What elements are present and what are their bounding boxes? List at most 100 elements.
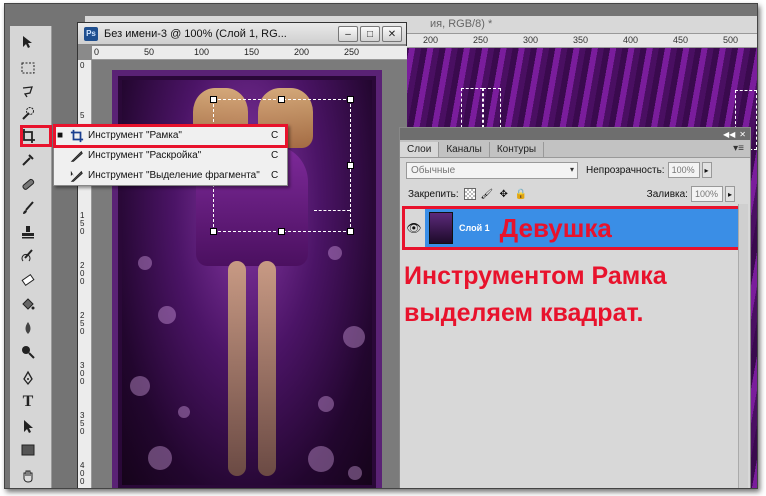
crop-handle[interactable] [210,96,217,103]
tools-panel: T [10,26,52,488]
ruler-tick-label: 3 5 0 [80,411,85,436]
move-tool-icon[interactable] [15,32,41,52]
ruler-tick-label: 50 [144,47,155,57]
ruler-tick-label: 2 5 0 [80,311,85,336]
lock-fill-row: Закрепить: 🖌 ✥ 🔒 Заливка: 100% ▸ [406,186,746,202]
crop-item-highlight [53,124,288,148]
ruler-tick-label: 250 [473,35,489,45]
crop-guide [314,210,350,211]
flyout-item-slice[interactable]: Инструмент "Раскройка" C [54,146,287,165]
fill-input[interactable]: 100% [690,186,723,202]
flyout-item-label: Инструмент "Раскройка" [88,150,202,161]
ruler-tick-label: 2 0 0 [80,261,85,286]
blend-mode-select[interactable]: Обычные ▾ [406,161,578,179]
photoshop-logo-icon: Ps [84,26,98,41]
ruler-tick-label: 200 [294,47,310,57]
ruler-tick-label: 0 [94,47,100,57]
horizontal-ruler[interactable]: 0 50 100 150 200 250 [92,46,407,60]
panel-close-icon[interactable]: ✕ [739,130,746,139]
crop-handle[interactable] [278,96,285,103]
flyout-item-shortcut: C [271,150,279,161]
slice-icon [66,149,88,163]
path-select-tool-icon[interactable] [15,416,41,436]
ruler-tick-label: 3 0 0 [80,361,85,386]
eraser-tool-icon[interactable] [15,270,41,290]
visibility-eye-icon[interactable]: 👁 [405,221,423,235]
stamp-tool-icon[interactable] [15,222,41,242]
opacity-slider-arrow[interactable]: ▸ [701,162,712,178]
layers-panel: ◀◀ ✕ Слои Каналы Контуры ▾≡ Обычные ▾ Не… [399,127,751,488]
dodge-tool-icon[interactable] [15,342,41,362]
tab-paths[interactable]: Контуры [490,142,545,157]
type-tool-icon[interactable]: T [15,392,41,412]
crop-tool-highlight [20,125,52,147]
layer-row[interactable]: 👁 Слой 1 Девушка [402,206,746,250]
flyout-item-label: Инструмент "Выделение фрагмента" [88,170,260,181]
rectangle-tool-icon[interactable] [15,440,41,460]
opacity-input[interactable]: 100% [667,162,700,178]
minimize-button[interactable]: – [338,26,358,42]
panel-menu-icon[interactable]: ▾≡ [733,143,744,154]
layer-name[interactable]: Слой 1 [459,223,490,233]
blend-opacity-row: Обычные ▾ Непрозрачность: 100% ▸ [406,161,746,179]
crop-handle[interactable] [347,228,354,235]
instruction-text: Инструментом Рамка выделяем квадрат. [404,262,667,327]
eyedropper-tool-icon[interactable] [15,150,41,170]
close-button[interactable]: ✕ [382,26,402,42]
maximize-button[interactable]: □ [360,26,380,42]
crop-handle[interactable] [278,228,285,235]
ruler-tick-label: 400 [623,35,639,45]
document-title-bar[interactable]: Ps Без имени-3 @ 100% (Слой 1, RG... – □… [78,23,406,45]
lock-all-icon[interactable]: 🔒 [514,188,526,200]
ruler-tick-label: 0 [80,61,85,70]
girl-leg-left [228,261,246,476]
ruler-tick-label: 150 [244,47,260,57]
window-buttons: – □ ✕ [338,26,402,42]
collapse-icon[interactable]: ◀◀ [723,130,735,139]
pen-tool-icon[interactable] [15,368,41,388]
lasso-tool-icon[interactable] [15,82,41,102]
ruler-tick-label: 500 [723,35,739,45]
opacity-label: Непрозрачность: [586,164,665,176]
healing-brush-tool-icon[interactable] [15,174,41,194]
crop-handle[interactable] [347,96,354,103]
flyout-item-slice-select[interactable]: Инструмент "Выделение фрагмента" C [54,166,287,185]
layer-annotation: Девушка [499,212,612,243]
ruler-tick-label: 200 [423,35,439,45]
lock-label: Закрепить: [408,188,459,200]
document-title: Без имени-3 @ 100% (Слой 1, RG... [104,27,287,40]
ruler-tick-label: 300 [523,35,539,45]
history-brush-tool-icon[interactable] [15,246,41,266]
marquee-tool-icon[interactable] [15,58,41,78]
ruler-tick-label: 450 [673,35,689,45]
brush-tool-icon[interactable] [15,198,41,218]
crop-handle[interactable] [210,228,217,235]
slice-select-icon [66,169,88,183]
crop-handle[interactable] [347,162,354,169]
layers-scrollbar[interactable] [738,204,748,488]
ruler-tick-label: 100 [194,47,210,57]
ruler-tick-label: 250 [344,47,360,57]
blur-tool-icon[interactable] [15,318,41,338]
girl-leg-right [258,261,276,476]
chevron-down-icon: ▾ [569,164,574,174]
panel-tabs: Слои Каналы Контуры ▾≡ [400,140,750,158]
hand-tool-icon[interactable] [15,466,41,486]
tab-layers[interactable]: Слои [400,142,440,157]
quick-select-tool-icon[interactable] [15,104,41,124]
lock-transparency-icon[interactable] [463,188,476,200]
flyout-item-shortcut: C [271,170,279,181]
layer-thumbnail[interactable] [429,212,453,244]
background-selection [483,88,501,128]
fill-slider-arrow[interactable]: ▸ [724,186,735,202]
lock-pixels-icon[interactable]: 🖌 [480,188,493,200]
blend-mode-value: Обычные [411,164,456,176]
ruler-tick-label: 5 [80,111,85,120]
lock-position-icon[interactable]: ✥ [498,188,510,200]
paint-bucket-tool-icon[interactable] [15,294,41,314]
document-window: Ps Без имени-3 @ 100% (Слой 1, RG... – □… [77,22,407,488]
panel-header: ◀◀ ✕ [400,128,750,140]
ruler-tick-label: 350 [573,35,589,45]
tab-channels[interactable]: Каналы [439,142,490,157]
screenshot-frame: ия, RGB/8) * 200250300350400450500550 [4,3,758,489]
